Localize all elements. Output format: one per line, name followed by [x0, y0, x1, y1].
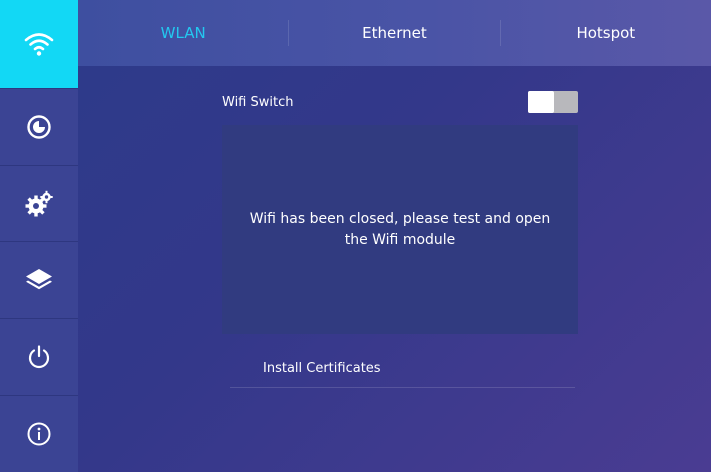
sidebar-item-wifi[interactable] [0, 0, 78, 90]
sidebar-item-system[interactable] [0, 242, 78, 319]
info-icon [26, 421, 52, 447]
toggle-knob [528, 91, 554, 113]
clock-pie-icon [26, 114, 52, 140]
wifi-status-panel: Wifi has been closed, please test and op… [222, 125, 578, 334]
power-icon [26, 344, 52, 370]
tab-wlan[interactable]: WLAN [78, 0, 288, 66]
sidebar [0, 0, 78, 472]
tab-ethernet[interactable]: Ethernet [289, 0, 499, 66]
sidebar-item-power[interactable] [0, 319, 78, 396]
tab-hotspot[interactable]: Hotspot [501, 0, 711, 66]
install-certificates-item[interactable]: Install Certificates [230, 350, 575, 388]
settings-screen: WLAN Ethernet Hotspot Wifi Switch Wifi h… [0, 0, 711, 472]
sidebar-item-info[interactable] [0, 396, 78, 472]
wifi-switch-row: Wifi Switch [222, 90, 578, 114]
wifi-toggle[interactable] [528, 91, 578, 113]
layers-icon [24, 267, 54, 293]
gear-icon [24, 190, 54, 218]
wifi-icon [24, 31, 54, 57]
wifi-switch-label: Wifi Switch [222, 94, 294, 110]
tab-bar: WLAN Ethernet Hotspot [78, 0, 711, 66]
wifi-status-message: Wifi has been closed, please test and op… [249, 210, 551, 248]
install-certificates-label: Install Certificates [263, 361, 381, 376]
sidebar-item-settings[interactable] [0, 166, 78, 243]
sidebar-item-time[interactable] [0, 89, 78, 166]
